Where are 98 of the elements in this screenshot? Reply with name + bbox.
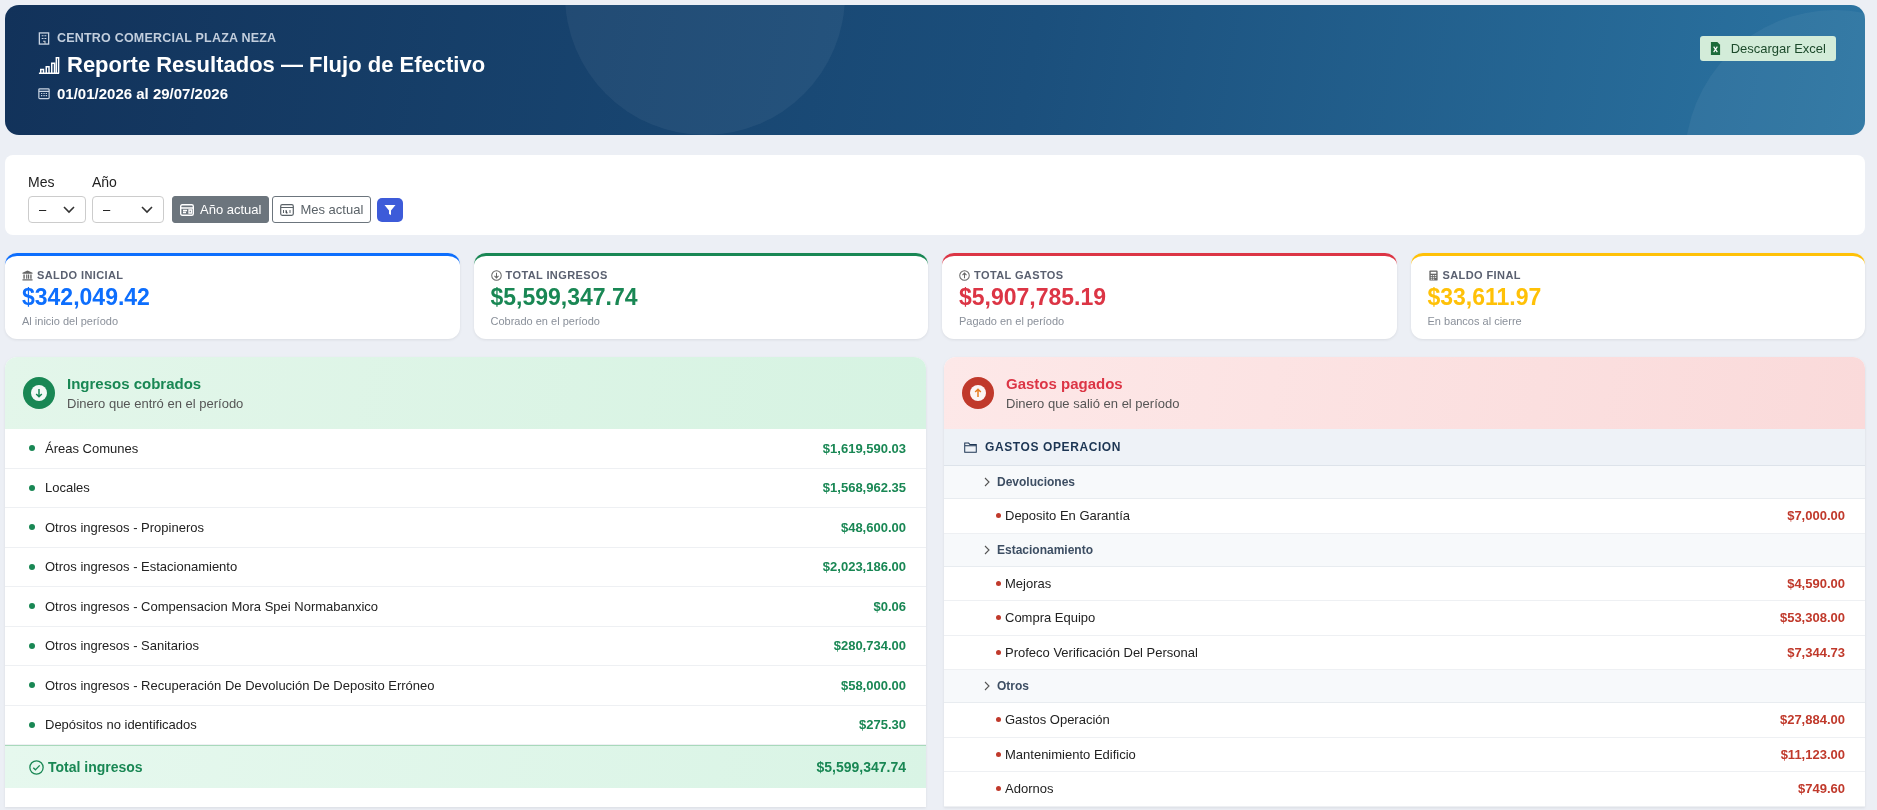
expense-item: Deposito En Garantía xyxy=(1005,508,1132,524)
income-category: Otros ingresos - Estacionamiento xyxy=(45,559,239,575)
category-heading: GASTOS OPERACION xyxy=(985,440,1122,454)
card-amount: $5,599,347.74 xyxy=(490,284,639,311)
card-label: TOTAL INGRESOS xyxy=(505,269,608,281)
income-category: Otros ingresos - Sanitarios xyxy=(45,638,200,654)
panel-subtitle: Dinero que salió en el período xyxy=(1006,396,1180,411)
expense-amount: $53,308.00 xyxy=(1779,610,1845,626)
chevron-right-icon xyxy=(984,544,990,555)
building-icon xyxy=(38,31,50,45)
field-label: Año xyxy=(92,174,118,190)
income-category: Otros ingresos - Recuperación De Devolución De Deposito Erróneo xyxy=(45,677,436,693)
expense-item: Compra Equipo xyxy=(1005,610,1097,626)
dropdown-field[interactable]: – xyxy=(92,196,164,223)
panel-title: Gastos pagados xyxy=(1006,375,1124,392)
dropdown-field[interactable]: – xyxy=(28,196,86,223)
expense-amount: $7,344.73 xyxy=(1787,644,1845,660)
bullet-dot xyxy=(996,751,1001,757)
total-amount: $5,599,347.74 xyxy=(816,759,906,775)
card-note: En bancos al cierre xyxy=(1427,315,1523,327)
panel-subtitle: Dinero que entró en el período xyxy=(67,396,244,411)
arrow-down-circle-icon xyxy=(23,377,55,409)
arrow-up-circle-icon xyxy=(962,377,994,409)
income-category: Áreas Comunes xyxy=(45,440,140,456)
chevron-right-icon xyxy=(984,681,990,691)
bullet-dot xyxy=(996,615,1001,621)
calendar-icon xyxy=(38,87,50,100)
report-title: Reporte Resultados — Flujo de Efectivo xyxy=(67,52,486,78)
bullet-dot xyxy=(29,484,35,491)
excel-file-icon xyxy=(1709,41,1721,56)
folder-icon xyxy=(964,441,977,453)
expense-item: Gastos Operación xyxy=(1005,712,1111,728)
expense-amount: $4,590.00 xyxy=(1787,575,1845,591)
chevron-down-icon xyxy=(63,205,75,214)
expense-item: Mantenimiento Edificio xyxy=(1005,746,1137,762)
bullet-dot xyxy=(996,786,1001,792)
bullet-dot xyxy=(29,445,35,452)
bullet-dot xyxy=(996,649,1001,655)
expense-amount: $11,123.00 xyxy=(1780,746,1845,762)
calculator-icon xyxy=(1427,269,1439,281)
income-amount: $0.06 xyxy=(873,598,906,614)
period-preset-button[interactable]: Mes actual xyxy=(272,196,372,223)
filter-button[interactable] xyxy=(377,197,404,222)
expense-amount: $749.60 xyxy=(1798,781,1845,797)
report-period: 01/01/2026 al 29/07/2026 xyxy=(57,85,228,102)
income-category: Otros ingresos - Compensacion Mora Spei Normabanxico xyxy=(45,598,380,614)
card-label: SALDO FINAL xyxy=(1442,269,1521,281)
calendar-icon xyxy=(280,203,295,216)
bullet-dot xyxy=(29,524,35,531)
bar-chart-icon xyxy=(38,55,60,75)
expense-item: Mejoras xyxy=(1005,575,1053,591)
chevron-right-icon xyxy=(984,477,990,487)
check-circle-icon xyxy=(29,759,44,775)
total-label: Total ingresos xyxy=(48,759,144,775)
income-amount: $1,619,590.03 xyxy=(822,440,906,456)
card-label: TOTAL GASTOS xyxy=(974,269,1064,281)
calendar-icon xyxy=(180,203,194,216)
subcategory-heading: Otros xyxy=(997,679,1029,693)
expense-item: Profeco Verificación Del Personal xyxy=(1005,644,1199,660)
income-amount: $48,600.00 xyxy=(840,519,906,535)
card-amount: $33,611.97 xyxy=(1427,284,1543,311)
expense-amount: $27,884.00 xyxy=(1779,712,1845,728)
chevron-down-icon xyxy=(141,205,153,214)
card-amount: $342,049.42 xyxy=(22,284,151,311)
card-note: Pagado en el período xyxy=(959,315,1066,327)
bullet-dot xyxy=(996,580,1001,586)
period-preset-button[interactable]: Año actual xyxy=(172,196,270,223)
subcategory-heading: Estacionamiento xyxy=(997,542,1094,557)
bullet-dot xyxy=(29,721,35,728)
income-amount: $2,023,186.00 xyxy=(822,559,906,575)
arrow-up-circle-icon xyxy=(959,269,970,281)
bullet-dot xyxy=(996,717,1001,723)
download-excel-button[interactable]: Descargar Excel xyxy=(1699,36,1836,61)
filter-icon xyxy=(384,203,397,216)
card-note: Al inicio del período xyxy=(22,315,119,327)
income-amount: $280,734.00 xyxy=(833,638,906,654)
arrow-down-circle-icon xyxy=(490,269,502,281)
income-amount: $58,000.00 xyxy=(840,677,906,693)
bank-icon xyxy=(22,269,33,281)
organization-name: CENTRO COMERCIAL PLAZA NEZA xyxy=(57,31,277,45)
expense-item: Adornos xyxy=(1005,781,1055,797)
bullet-dot xyxy=(29,563,35,570)
income-amount: $1,568,962.35 xyxy=(822,480,906,496)
card-note: Cobrado en el período xyxy=(490,315,601,327)
card-label: SALDO INICIAL xyxy=(37,269,124,281)
bullet-dot xyxy=(996,513,1001,519)
expense-amount: $7,000.00 xyxy=(1787,508,1845,524)
bullet-dot xyxy=(29,603,35,610)
income-category: Otros ingresos - Propineros xyxy=(45,519,205,535)
income-category: Locales xyxy=(45,480,91,496)
bullet-dot xyxy=(29,682,35,689)
subcategory-heading: Devoluciones xyxy=(997,475,1076,489)
card-amount: $5,907,785.19 xyxy=(959,284,1108,311)
field-label: Mes xyxy=(28,174,56,190)
panel-title: Ingresos cobrados xyxy=(67,375,203,392)
income-category: Depósitos no identificados xyxy=(45,717,198,733)
income-amount: $275.30 xyxy=(859,717,906,733)
bullet-dot xyxy=(29,642,35,649)
